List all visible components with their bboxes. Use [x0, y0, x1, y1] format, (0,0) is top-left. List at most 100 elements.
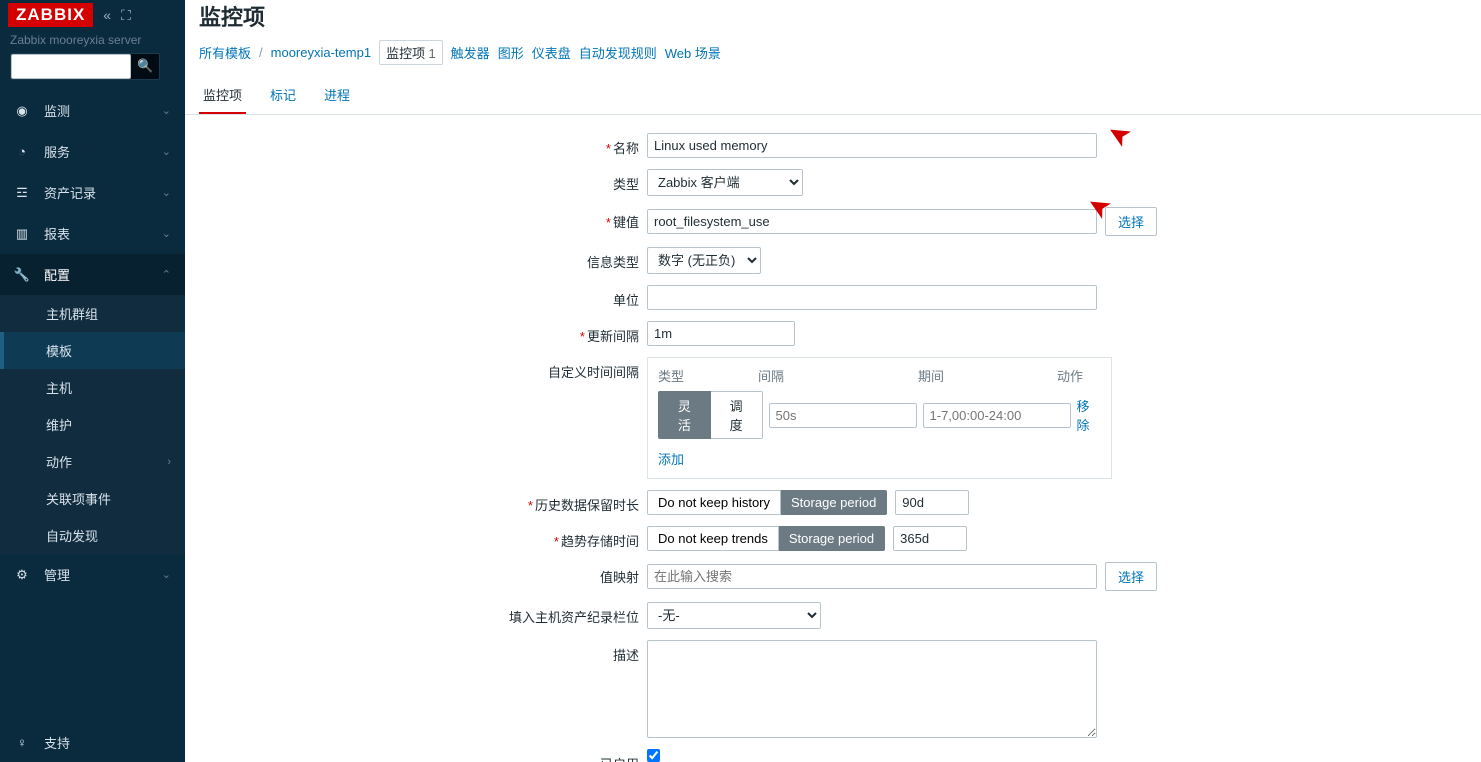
lbl-unit: 单位 — [613, 293, 639, 308]
wrench-icon: 🔧 — [14, 267, 30, 283]
inventory-select[interactable]: -无- — [647, 602, 821, 629]
period-remove-link[interactable]: 移除 — [1077, 396, 1101, 434]
tabbar: 监控项 标记 进程 — [185, 77, 1481, 115]
eye-icon: ◉ — [14, 103, 30, 119]
name-input[interactable] — [647, 133, 1097, 158]
key-input[interactable] — [647, 209, 1097, 234]
lbl-infotype: 信息类型 — [587, 255, 639, 270]
chevron-down-icon: ⌄ — [162, 568, 171, 581]
bc-graphs[interactable]: 图形 — [498, 43, 524, 62]
bc-items[interactable]: 监控项 1 — [379, 40, 443, 65]
subnav-hosts[interactable]: 主机 — [0, 369, 185, 406]
lbl-type: 类型 — [613, 177, 639, 192]
lbl-trends: 趋势存储时间 — [561, 534, 639, 549]
trends-toggle: Do not keep trends Storage period — [647, 526, 885, 551]
key-select-button[interactable]: 选择 — [1105, 207, 1157, 236]
lbl-interval: 更新间隔 — [587, 329, 639, 344]
nav-admin-label: 管理 — [44, 565, 70, 584]
period-interval-input[interactable] — [769, 403, 917, 428]
chevron-down-icon: ⌄ — [162, 145, 171, 158]
nav: ◉ 监测 ⌄ ◔ 服务 ⌄ ☲ 资产记录 ⌄ ▥ 报表 ⌄ 🔧 配置 ⌃ 主机群… — [0, 90, 185, 595]
chevron-down-icon: ⌄ — [162, 104, 171, 117]
lbl-description: 描述 — [613, 648, 639, 663]
interval-input[interactable] — [647, 321, 795, 346]
arrow-icon: ➤ — [1100, 115, 1137, 155]
period-add-link[interactable]: 添加 — [658, 452, 684, 467]
chart-icon: ▥ — [14, 226, 30, 242]
search-wrap: 🔍 — [0, 53, 185, 90]
support-icon: ♀ — [14, 735, 30, 751]
lbl-valuemap: 值映射 — [600, 570, 639, 585]
subnav-corr[interactable]: 关联项事件 — [0, 480, 185, 517]
lbl-inventory: 填入主机资产纪录栏位 — [509, 610, 639, 625]
tab-proc[interactable]: 进程 — [320, 77, 354, 114]
server-name: Zabbix mooreyxia server — [0, 27, 185, 53]
period-flex-button[interactable]: 灵活 — [658, 391, 711, 439]
bc-all-templates[interactable]: 所有模板 — [199, 43, 251, 62]
lbl-custom-interval: 自定义时间间隔 — [548, 365, 639, 380]
sidebar-top: ZABBIX « ⛶ — [0, 0, 185, 27]
lbl-name: 名称 — [613, 141, 639, 156]
main: 监控项 所有模板 / mooreyxia-temp1 监控项 1 触发器 图形 … — [185, 0, 1481, 762]
search-input[interactable] — [11, 54, 131, 79]
subnav-actions[interactable]: 动作 › — [0, 443, 185, 480]
collapse-icon[interactable]: « — [103, 7, 111, 23]
unit-input[interactable] — [647, 285, 1097, 310]
tab-item[interactable]: 监控项 — [199, 77, 246, 114]
page-head: 监控项 所有模板 / mooreyxia-temp1 监控项 1 触发器 图形 … — [185, 0, 1481, 77]
period-sched-button[interactable]: 调度 — [711, 391, 763, 439]
search-icon[interactable]: 🔍 — [131, 54, 159, 79]
period-period-input[interactable] — [923, 403, 1071, 428]
bc-web[interactable]: Web 场景 — [665, 43, 721, 62]
chevron-up-icon: ⌃ — [162, 268, 171, 281]
nav-config[interactable]: 🔧 配置 ⌃ — [0, 254, 185, 295]
subnav-disc[interactable]: 自动发现 — [0, 517, 185, 554]
type-select[interactable]: Zabbix 客户端 — [647, 169, 803, 196]
stopwatch-icon: ◔ — [14, 144, 30, 160]
trends-value-input[interactable] — [893, 526, 967, 551]
enabled-checkbox[interactable] — [647, 749, 660, 762]
lbl-key: 键值 — [613, 215, 639, 230]
period-type-toggle: 灵活 调度 — [658, 391, 763, 439]
breadcrumb: 所有模板 / mooreyxia-temp1 监控项 1 触发器 图形 仪表盘 … — [199, 40, 1467, 65]
trends-storage-button[interactable]: Storage period — [779, 526, 885, 551]
nav-reports-label: 报表 — [44, 224, 70, 243]
tab-tags[interactable]: 标记 — [266, 77, 300, 114]
chevron-down-icon: ⌄ — [162, 186, 171, 199]
bc-triggers[interactable]: 触发器 — [451, 43, 490, 62]
valuemap-select-button[interactable]: 选择 — [1105, 562, 1157, 591]
form: *名称 ➤ 类型 Zabbix 客户端 *键值 选择 ➤ 信息类型 数字 (无正… — [185, 115, 1481, 762]
subnav-templates[interactable]: 模板 — [4, 332, 185, 369]
history-toggle: Do not keep history Storage period — [647, 490, 887, 515]
description-textarea[interactable] — [647, 640, 1097, 738]
lbl-enabled: 已启用 — [600, 757, 639, 762]
nav-inventory-label: 资产记录 — [44, 183, 96, 202]
chevron-down-icon: ⌄ — [162, 227, 171, 240]
infotype-select[interactable]: 数字 (无正负) — [647, 247, 761, 274]
logo: ZABBIX — [8, 3, 93, 27]
nav-reports[interactable]: ▥ 报表 ⌄ — [0, 213, 185, 254]
subnav-maint[interactable]: 维护 — [0, 406, 185, 443]
nav-inventory[interactable]: ☲ 资产记录 ⌄ — [0, 172, 185, 213]
lbl-history: 历史数据保留时长 — [535, 498, 639, 513]
nav-monitor[interactable]: ◉ 监测 ⌄ — [0, 90, 185, 131]
history-nokeep-button[interactable]: Do not keep history — [647, 490, 781, 515]
fullscreen-icon[interactable]: ⛶ — [121, 7, 131, 24]
bc-template[interactable]: mooreyxia-temp1 — [271, 45, 371, 60]
nav-config-sub: 主机群组 模板 主机 维护 动作 › 关联项事件 自动发现 — [0, 295, 185, 554]
history-storage-button[interactable]: Storage period — [781, 490, 887, 515]
support-label: 支持 — [44, 733, 70, 752]
list-icon: ☲ — [14, 185, 30, 201]
nav-services[interactable]: ◔ 服务 ⌄ — [0, 131, 185, 172]
bc-discovery[interactable]: 自动发现规则 — [579, 43, 657, 62]
period-box: 类型 间隔 期间 动作 灵活 调度 移除 添加 — [647, 357, 1112, 479]
search-box: 🔍 — [10, 53, 160, 80]
nav-admin[interactable]: ⚙ 管理 ⌄ — [0, 554, 185, 595]
subnav-hostgroups[interactable]: 主机群组 — [0, 295, 185, 332]
history-value-input[interactable] — [895, 490, 969, 515]
gear-icon: ⚙ — [14, 567, 30, 583]
bc-dashboards[interactable]: 仪表盘 — [532, 43, 571, 62]
valuemap-input[interactable] — [647, 564, 1097, 589]
trends-nokeep-button[interactable]: Do not keep trends — [647, 526, 779, 551]
sidebar: ZABBIX « ⛶ Zabbix mooreyxia server 🔍 ◉ 监… — [0, 0, 185, 762]
